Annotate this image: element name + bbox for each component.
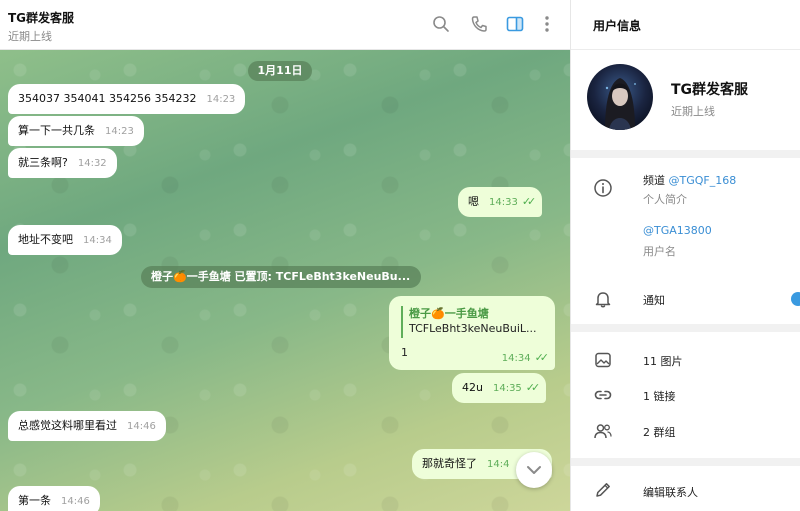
message-time: 14:34 ✓✓ — [501, 351, 550, 364]
bio-label: 个人简介 — [643, 193, 687, 206]
message-text: 嗯 — [468, 195, 479, 208]
message-time: 14:33 — [489, 197, 518, 208]
bell-icon — [593, 289, 613, 309]
profile-status: 近期上线 — [671, 105, 715, 118]
pencil-icon — [593, 480, 613, 500]
pinned-notice[interactable]: 橙子🍊一手鱼塘 已置顶: TCFLeBht3keNeuBu... — [141, 266, 421, 288]
message-text: 就三条啊? — [18, 156, 68, 169]
bio-text: 频道 @TGQF_168 — [643, 172, 736, 188]
message-text: 算一下一共几条 — [18, 124, 95, 137]
read-check-icon: ✓✓ — [534, 351, 550, 364]
link-icon — [593, 385, 613, 405]
edit-contact-label: 编辑联系人 — [643, 486, 698, 499]
search-icon[interactable] — [431, 14, 451, 34]
read-check-icon: ✓✓ — [525, 381, 541, 394]
reply-sender: 橙子🍊一手鱼塘 — [409, 307, 489, 320]
message-time: 14:32 — [77, 158, 107, 169]
groups-count: 2 群组 — [643, 426, 676, 439]
links-count: 1 链接 — [643, 390, 676, 403]
message-incoming[interactable]: 总感觉这料哪里看过 14:46 — [8, 411, 166, 441]
message-text: 总感觉这料哪里看过 — [18, 419, 117, 432]
bio-prefix: 频道 — [643, 174, 669, 187]
message-outgoing[interactable]: 嗯 14:33 ✓✓ — [458, 187, 543, 217]
username-label: 用户名 — [643, 245, 676, 258]
message-text: 第一条 — [18, 494, 51, 507]
info-header: 用户信息 — [571, 0, 800, 50]
message-text: 354037 354041 354256 354232 — [18, 92, 197, 105]
section-divider — [571, 458, 800, 466]
username-value[interactable]: @TGA13800 — [643, 224, 712, 237]
profile-name: TG群发客服 — [671, 82, 749, 98]
info-icon — [593, 178, 613, 198]
message-incoming[interactable]: 就三条啊? 14:32 — [8, 148, 117, 178]
message-text: 那就奇怪了 — [422, 457, 477, 470]
message-outgoing-reply[interactable]: 橙子🍊一手鱼塘 TCFLeBht3keNeuBuiL... 1 14:34 ✓✓ — [389, 296, 555, 370]
message-time: 14:35 — [492, 383, 522, 394]
chat-pane: TG群发客服 近期上线 1月11日 354037 354041 354256 3… — [0, 0, 570, 511]
message-incoming[interactable]: 地址不变吧 14:34 — [8, 225, 122, 255]
message-time: 14:23 — [105, 126, 134, 137]
message-time: 14:34 — [83, 235, 112, 246]
avatar[interactable] — [587, 64, 653, 130]
section-divider — [571, 324, 800, 332]
notifications-label: 通知 — [643, 294, 665, 307]
info-title: 用户信息 — [593, 19, 642, 33]
message-time: 14:23 — [206, 94, 236, 105]
photos-count: 11 图片 — [643, 355, 683, 368]
message-time-text: 14:34 — [501, 353, 531, 364]
notifications-toggle[interactable] — [791, 292, 800, 306]
read-check-icon: ✓✓ — [521, 195, 537, 208]
message-incoming[interactable]: 算一下一共几条 14:23 — [8, 116, 144, 146]
users-icon — [593, 421, 613, 441]
sidebar-toggle-icon[interactable] — [505, 14, 525, 34]
message-incoming[interactable]: 第一条 14:46 — [8, 486, 100, 511]
message-outgoing[interactable]: 42u 14:35 ✓✓ — [452, 373, 547, 403]
user-info-pane: 用户信息 TG群发客服 近期上线 频道 @TGQF_168 个人简介 @TGA1… — [570, 0, 800, 511]
date-separator: 1月11日 — [248, 61, 312, 81]
message-text: 42u — [462, 381, 483, 394]
reply-quote-text: TCFLeBht3keNeuBuiL... — [409, 322, 537, 335]
message-time: 14:46 — [61, 496, 90, 507]
phone-icon[interactable] — [469, 14, 489, 34]
message-text: 地址不变吧 — [18, 233, 73, 246]
message-text: 1 — [401, 346, 408, 359]
chevron-down-icon[interactable] — [516, 452, 552, 488]
image-icon — [593, 350, 613, 370]
chat-title[interactable]: TG群发客服 — [8, 9, 74, 26]
section-divider — [571, 150, 800, 158]
message-time: 14:46 — [127, 421, 156, 432]
chat-header: TG群发客服 近期上线 — [0, 0, 570, 50]
reply-quote[interactable]: 橙子🍊一手鱼塘 TCFLeBht3keNeuBuiL... — [401, 306, 543, 338]
bio-link[interactable]: @TGQF_168 — [669, 174, 737, 187]
message-time: 14:4 — [487, 459, 510, 470]
message-incoming[interactable]: 354037 354041 354256 354232 14:23 — [8, 84, 246, 114]
chat-status: 近期上线 — [8, 30, 52, 43]
more-vertical-icon[interactable] — [537, 14, 557, 34]
